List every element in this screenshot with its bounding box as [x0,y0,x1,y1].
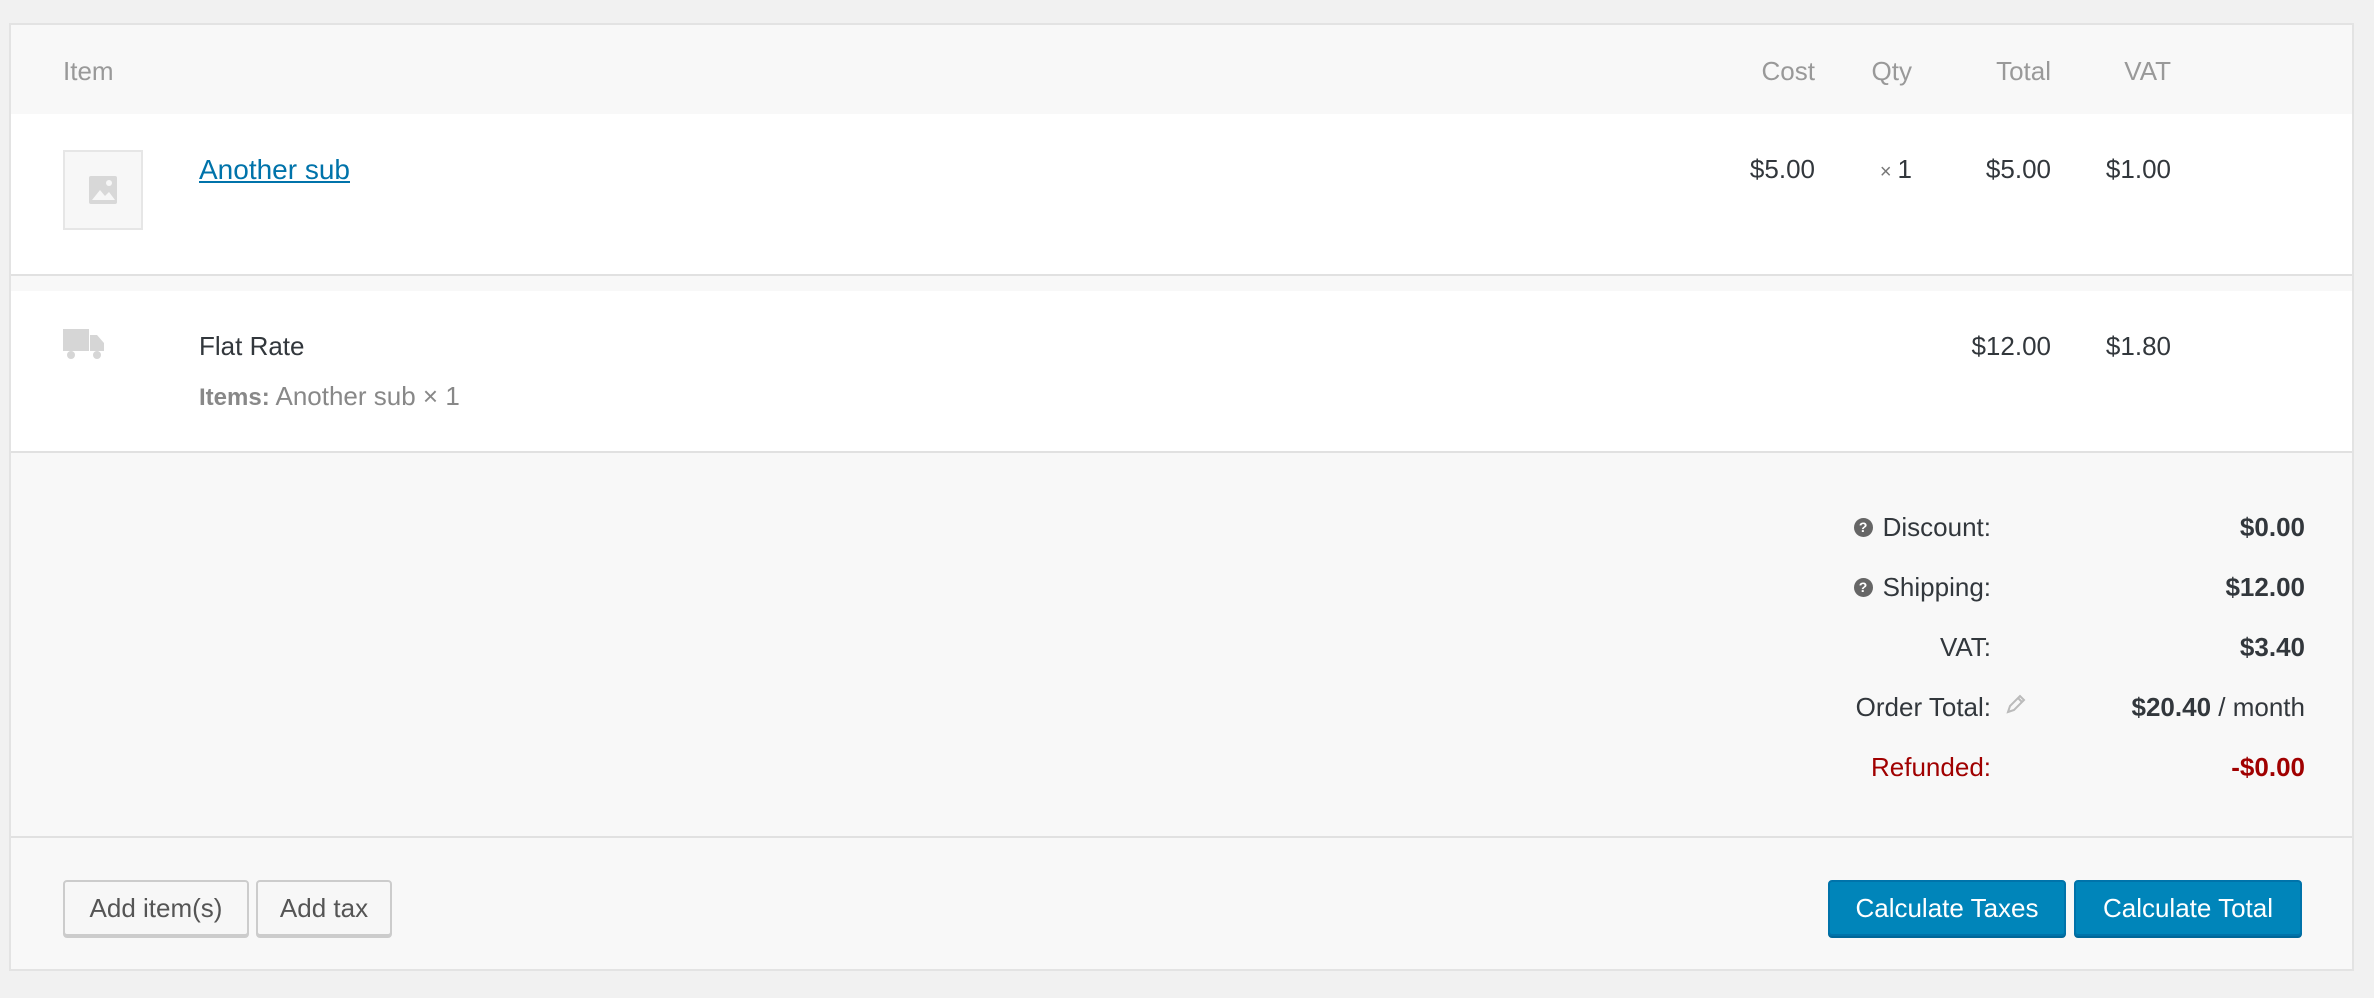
pencil-icon[interactable] [2004,692,2028,721]
order-total-value-wrap: $20.40 / month [2045,692,2305,723]
help-icon[interactable]: ? [1853,577,1873,597]
refunded-label: Refunded: [1871,752,1991,782]
truck-icon [63,329,105,366]
header-item: Item [63,56,114,86]
shipping-total-row-label: ? Shipping: [1751,572,1991,603]
shipping-items-meta: Items: Another sub × 1 [199,381,460,412]
line-item-name-link[interactable]: Another sub [199,154,350,186]
shipping-total-label: Shipping: [1882,572,1991,602]
help-icon[interactable]: ? [1853,517,1873,537]
line-item-cost: $5.00 [1749,154,1815,184]
divider [11,274,2352,276]
shipping-row: Flat Rate Items: Another sub × 1 $12.00 … [11,291,2352,451]
header-qty: Qty [1871,56,1912,86]
line-item-total: $5.00 [1985,154,2051,184]
calculate-taxes-button[interactable]: Calculate Taxes [1828,880,2066,936]
refunded-value: -$0.00 [2231,752,2305,782]
shipping-vat: $1.80 [2105,331,2171,361]
vat-total-label: VAT: [1939,632,1991,662]
discount-value: $0.00 [2239,512,2305,542]
line-item-vat: $1.00 [2105,154,2171,184]
shipping-method-name: Flat Rate [199,331,305,361]
order-items-panel: Item Cost Qty Total VAT Another sub $5.0… [9,23,2354,971]
qty-value: 1 [1897,154,1912,184]
shipping-total-value: $12.00 [2225,572,2305,602]
line-item-row: Another sub $5.00 × 1 $5.00 $1.00 [11,114,2352,274]
add-items-button[interactable]: Add item(s) [63,880,249,936]
line-item-qty: × 1 [1857,154,1912,185]
shipping-items-value: Another sub × 1 [275,381,460,411]
order-total-period: / month [2218,692,2305,722]
image-placeholder-icon [63,150,143,230]
header-vat: VAT [2124,56,2171,86]
calculate-total-button[interactable]: Calculate Total [2074,880,2302,936]
divider [11,836,2352,838]
vat-total-value: $3.40 [2239,632,2305,662]
divider [11,451,2352,453]
order-total-label: Order Total: [1855,692,1991,722]
qty-times-sign: × [1879,161,1892,183]
shipping-total: $12.00 [1971,331,2051,361]
add-tax-button[interactable]: Add tax [256,880,392,936]
discount-row-label: ? Discount: [1751,512,1991,543]
header-cost: Cost [1761,56,1815,86]
discount-label: Discount: [1882,512,1991,542]
order-total-value: $20.40 [2131,692,2212,722]
header-total: Total [1996,56,2051,86]
shipping-items-label: Items: [199,384,270,411]
